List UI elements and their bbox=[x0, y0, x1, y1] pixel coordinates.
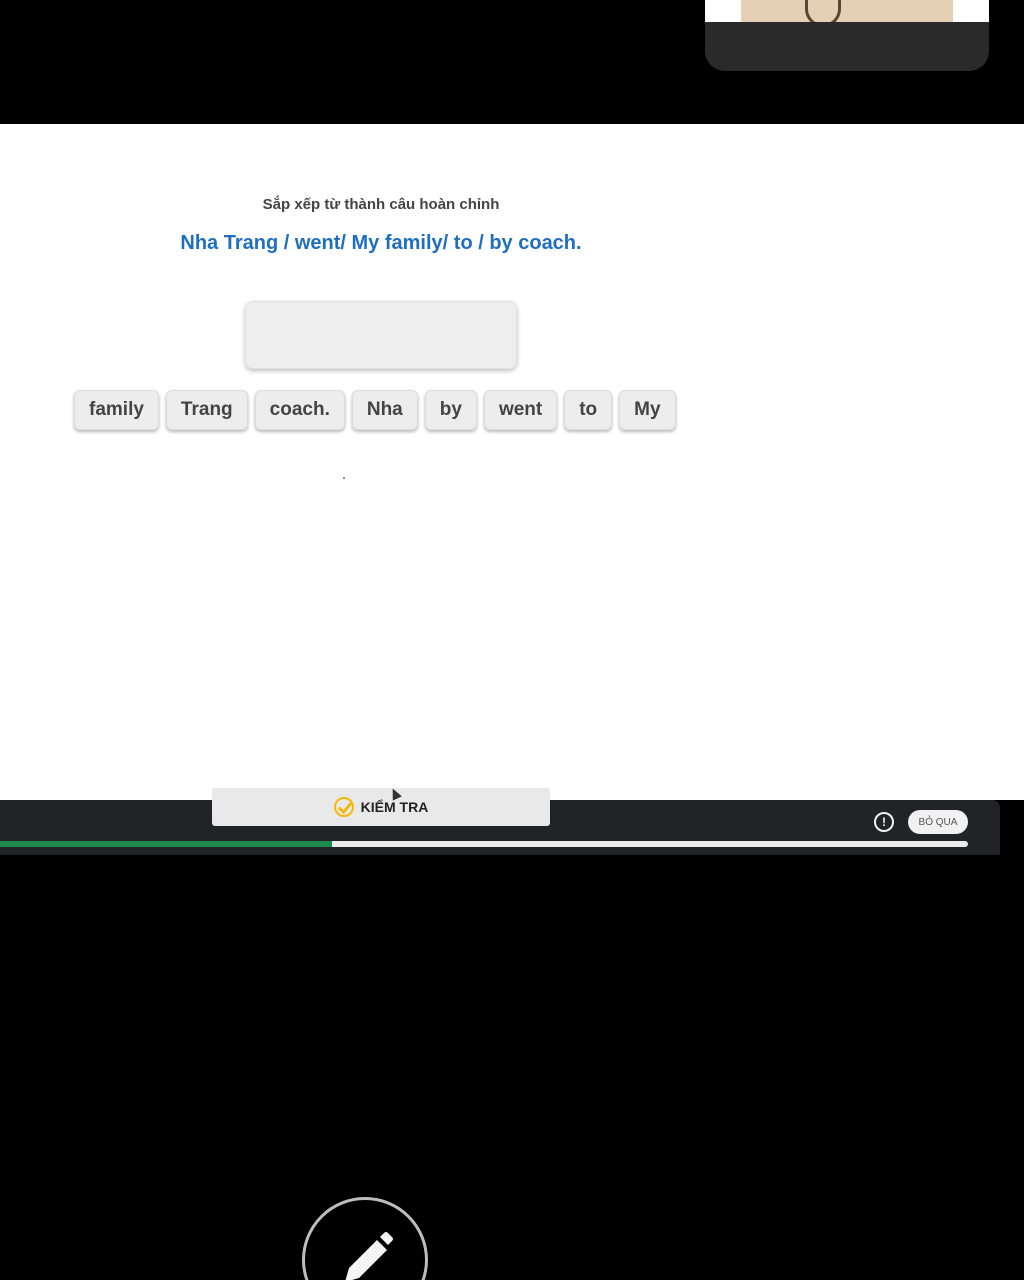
word-chip[interactable]: coach. bbox=[254, 390, 345, 430]
check-circle-icon bbox=[333, 797, 354, 817]
word-bank: family Trang coach. Nha by went to My bbox=[74, 390, 676, 430]
check-button-label: KIỂM TRA bbox=[360, 799, 429, 815]
lesson-panel: Sắp xếp từ thành câu hoàn chỉnh Nha Tran… bbox=[0, 124, 1024, 800]
word-chip[interactable]: Trang bbox=[165, 390, 248, 430]
progress-bar bbox=[0, 841, 968, 847]
word-chip[interactable]: to bbox=[564, 390, 613, 430]
word-chip[interactable]: My bbox=[619, 390, 676, 430]
video-frame bbox=[705, 0, 989, 22]
progress-fill bbox=[0, 841, 333, 847]
camera-thumbnail bbox=[705, 0, 989, 71]
check-button[interactable]: KIỂM TRA bbox=[212, 788, 550, 826]
participant-video bbox=[741, 0, 953, 22]
stray-dot bbox=[343, 477, 345, 479]
info-icon[interactable]: ! bbox=[874, 812, 894, 832]
word-chip[interactable]: went bbox=[483, 390, 558, 430]
screen: Sắp xếp từ thành câu hoàn chỉnh Nha Tran… bbox=[0, 0, 1024, 1280]
word-chip[interactable]: by bbox=[424, 390, 477, 430]
skip-button[interactable]: BỎ QUA bbox=[908, 810, 968, 834]
word-chip[interactable]: Nha bbox=[351, 390, 418, 430]
prompt-sentence: Nha Trang / went/ My family/ to / by coa… bbox=[180, 232, 582, 254]
pen-icon bbox=[345, 1232, 393, 1280]
instruction-text: Sắp xếp từ thành câu hoàn chỉnh bbox=[262, 196, 500, 213]
answer-drop-zone[interactable] bbox=[245, 301, 517, 369]
pen-tool-button[interactable] bbox=[302, 1197, 428, 1280]
word-chip[interactable]: family bbox=[74, 390, 159, 430]
control-bar: KIỂM TRA ! BỎ QUA bbox=[0, 786, 1000, 855]
